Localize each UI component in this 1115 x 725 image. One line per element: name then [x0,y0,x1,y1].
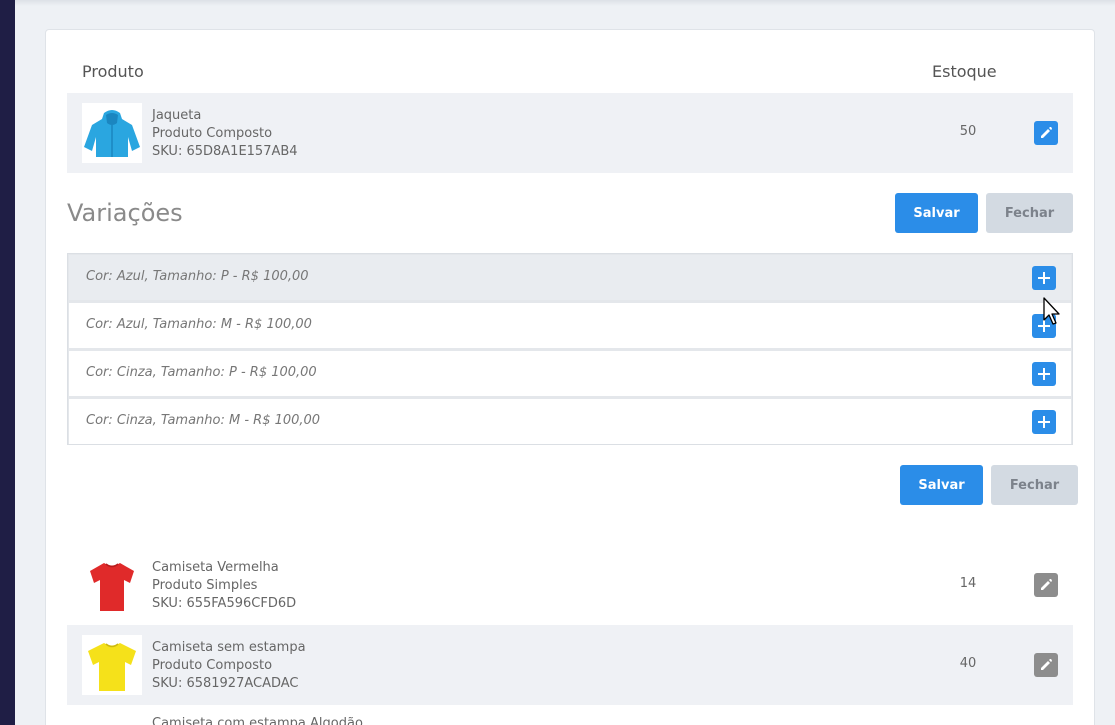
add-variation-button[interactable] [1032,410,1056,434]
variation-label: Cor: Azul, Tamanho: P - R$ 100,00 [86,269,309,284]
product-row-jaqueta: Jaqueta Produto Composto SKU: 65D8A1E157… [67,93,1073,173]
edit-button[interactable] [1034,121,1058,145]
edit-button[interactable] [1034,653,1058,677]
product-stock: 14 [959,576,977,591]
next-product-name-partial: Camiseta com estampa Algodão [152,716,363,725]
product-info: Camiseta Vermelha Produto Simples SKU: 6… [152,559,296,613]
product-sku: SKU: 6581927ACADAC [152,676,299,691]
product-type: Produto Composto [152,658,273,673]
variation-item[interactable]: Cor: Azul, Tamanho: P - R$ 100,00 [69,255,1071,300]
pencil-icon [1041,659,1052,670]
product-sku: SKU: 655FA596CFD6D [152,596,297,611]
close-button-bottom[interactable]: Fechar [991,465,1078,505]
product-type: Produto Composto [152,126,273,141]
red-tshirt-icon [90,563,134,611]
add-variation-button[interactable] [1032,266,1056,290]
save-button-bottom[interactable]: Salvar [900,465,983,505]
plus-icon [1038,416,1050,428]
product-name: Camiseta sem estampa [152,640,306,655]
product-info: Jaqueta Produto Composto SKU: 65D8A1E157… [152,107,298,161]
top-bar-shadow [15,0,1115,6]
variation-item[interactable]: Cor: Cinza, Tamanho: M - R$ 100,00 [69,399,1071,444]
column-header-product: Produto [82,62,144,81]
variation-label: Cor: Cinza, Tamanho: M - R$ 100,00 [86,413,321,428]
yellow-tshirt-icon [88,643,136,691]
product-row-camiseta-vermelha: Camiseta Vermelha Produto Simples SKU: 6… [67,545,1073,625]
product-sku: SKU: 65D8A1E157AB4 [152,144,298,159]
product-thumbnail [82,103,142,163]
pencil-icon [1041,579,1052,590]
pencil-icon [1041,127,1052,138]
product-info: Camiseta sem estampa Produto Composto SK… [152,639,306,693]
mouse-cursor-icon [1043,297,1060,325]
close-button-top[interactable]: Fechar [986,193,1073,233]
add-variation-button[interactable] [1032,362,1056,386]
product-name: Camiseta Vermelha [152,560,279,575]
variations-title: Variações [67,199,183,227]
product-thumbnail [82,635,142,695]
product-stock: 50 [959,124,977,139]
plus-icon [1038,272,1050,284]
variation-label: Cor: Azul, Tamanho: M - R$ 100,00 [86,317,312,332]
column-header-stock: Estoque [932,62,997,81]
variation-label: Cor: Cinza, Tamanho: P - R$ 100,00 [86,365,317,380]
product-thumbnail [82,555,142,615]
product-stock: 40 [959,656,977,671]
variation-item[interactable]: Cor: Cinza, Tamanho: P - R$ 100,00 [69,351,1071,396]
sidebar-edge [0,0,15,725]
variation-item[interactable]: Cor: Azul, Tamanho: M - R$ 100,00 [69,303,1071,348]
product-name: Jaqueta [152,108,202,123]
variations-list: Cor: Azul, Tamanho: P - R$ 100,00 Cor: A… [67,253,1073,445]
product-row-camiseta-sem-estampa: Camiseta sem estampa Produto Composto SK… [67,625,1073,705]
blue-jacket-icon [84,110,140,157]
plus-icon [1038,368,1050,380]
save-button-top[interactable]: Salvar [895,193,978,233]
edit-button[interactable] [1034,573,1058,597]
product-type: Produto Simples [152,578,258,593]
